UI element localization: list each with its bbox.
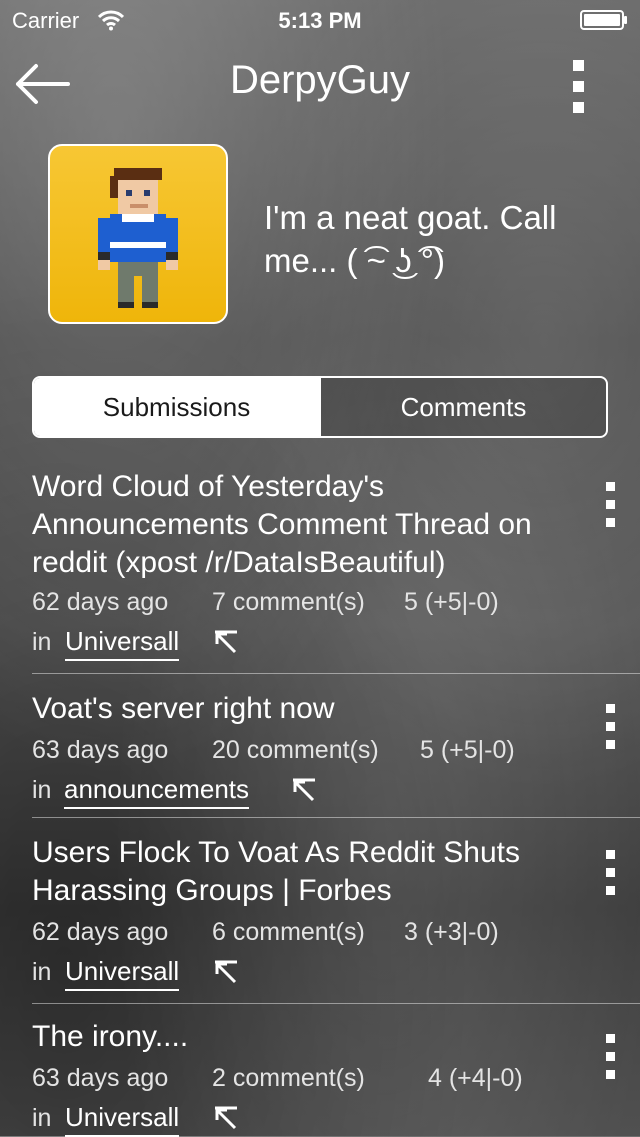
post-in-label: in xyxy=(32,776,52,804)
open-link-icon[interactable] xyxy=(213,960,239,986)
post-score: 5 (+5|-0) xyxy=(404,588,499,616)
more-options-icon[interactable] xyxy=(570,60,586,123)
list-item[interactable]: Voat's server right now 63 days ago 20 c… xyxy=(0,686,640,818)
post-comments: 7 comment(s) xyxy=(212,588,365,616)
status-bar: Carrier 5:13 PM xyxy=(0,0,640,40)
status-time: 5:13 PM xyxy=(278,8,362,33)
post-options-icon[interactable] xyxy=(602,704,618,758)
subverse-link[interactable]: Universall xyxy=(65,956,180,991)
subverse-link[interactable]: Universall xyxy=(65,1102,180,1137)
list-item[interactable]: The irony.... 63 days ago 2 comment(s) 4… xyxy=(0,1016,640,1137)
post-comments: 20 comment(s) xyxy=(212,736,379,764)
post-age: 62 days ago xyxy=(32,918,169,946)
post-score: 3 (+3|-0) xyxy=(404,918,499,946)
post-options-icon[interactable] xyxy=(602,850,618,904)
page-title: DerpyGuy xyxy=(229,58,411,102)
subverse-link[interactable]: announcements xyxy=(64,774,250,809)
open-link-icon[interactable] xyxy=(291,778,317,804)
post-options-icon[interactable] xyxy=(602,1034,618,1088)
tab-switcher: Submissions Comments xyxy=(32,376,608,438)
divider xyxy=(32,817,640,818)
post-age: 62 days ago xyxy=(32,588,169,616)
list-item[interactable]: Word Cloud of Yesterday's Announcements … xyxy=(0,464,640,674)
post-in-label: in xyxy=(32,1104,52,1132)
post-age: 63 days ago xyxy=(32,1064,169,1092)
battery-icon xyxy=(580,10,627,30)
list-item[interactable]: Users Flock To Voat As Reddit Shuts Hara… xyxy=(0,834,640,1004)
post-options-icon[interactable] xyxy=(602,482,618,536)
open-link-icon[interactable] xyxy=(213,630,239,656)
post-score: 5 (+5|-0) xyxy=(420,736,515,764)
post-in-label: in xyxy=(32,628,52,656)
post-title[interactable]: The irony.... xyxy=(32,1018,572,1056)
avatar xyxy=(48,144,228,324)
post-in-label: in xyxy=(32,958,52,986)
post-comments: 2 comment(s) xyxy=(212,1064,365,1092)
tab-comments[interactable]: Comments xyxy=(319,378,606,436)
divider xyxy=(32,673,640,674)
post-score: 4 (+4|-0) xyxy=(428,1064,523,1092)
profile-bio: I'm a neat goat. Call me... ( ͡~ ͜ʖ ͡°) xyxy=(264,199,557,279)
open-link-icon[interactable] xyxy=(213,1106,239,1132)
tab-submissions[interactable]: Submissions xyxy=(34,378,319,436)
post-age: 63 days ago xyxy=(32,736,169,764)
pixel-character-icon xyxy=(98,168,178,308)
post-title[interactable]: Word Cloud of Yesterday's Announcements … xyxy=(32,468,572,582)
post-title[interactable]: Users Flock To Voat As Reddit Shuts Hara… xyxy=(32,834,572,910)
divider xyxy=(32,1003,640,1004)
subverse-link[interactable]: Universall xyxy=(65,626,180,661)
post-title[interactable]: Voat's server right now xyxy=(32,690,572,728)
post-comments: 6 comment(s) xyxy=(212,918,365,946)
